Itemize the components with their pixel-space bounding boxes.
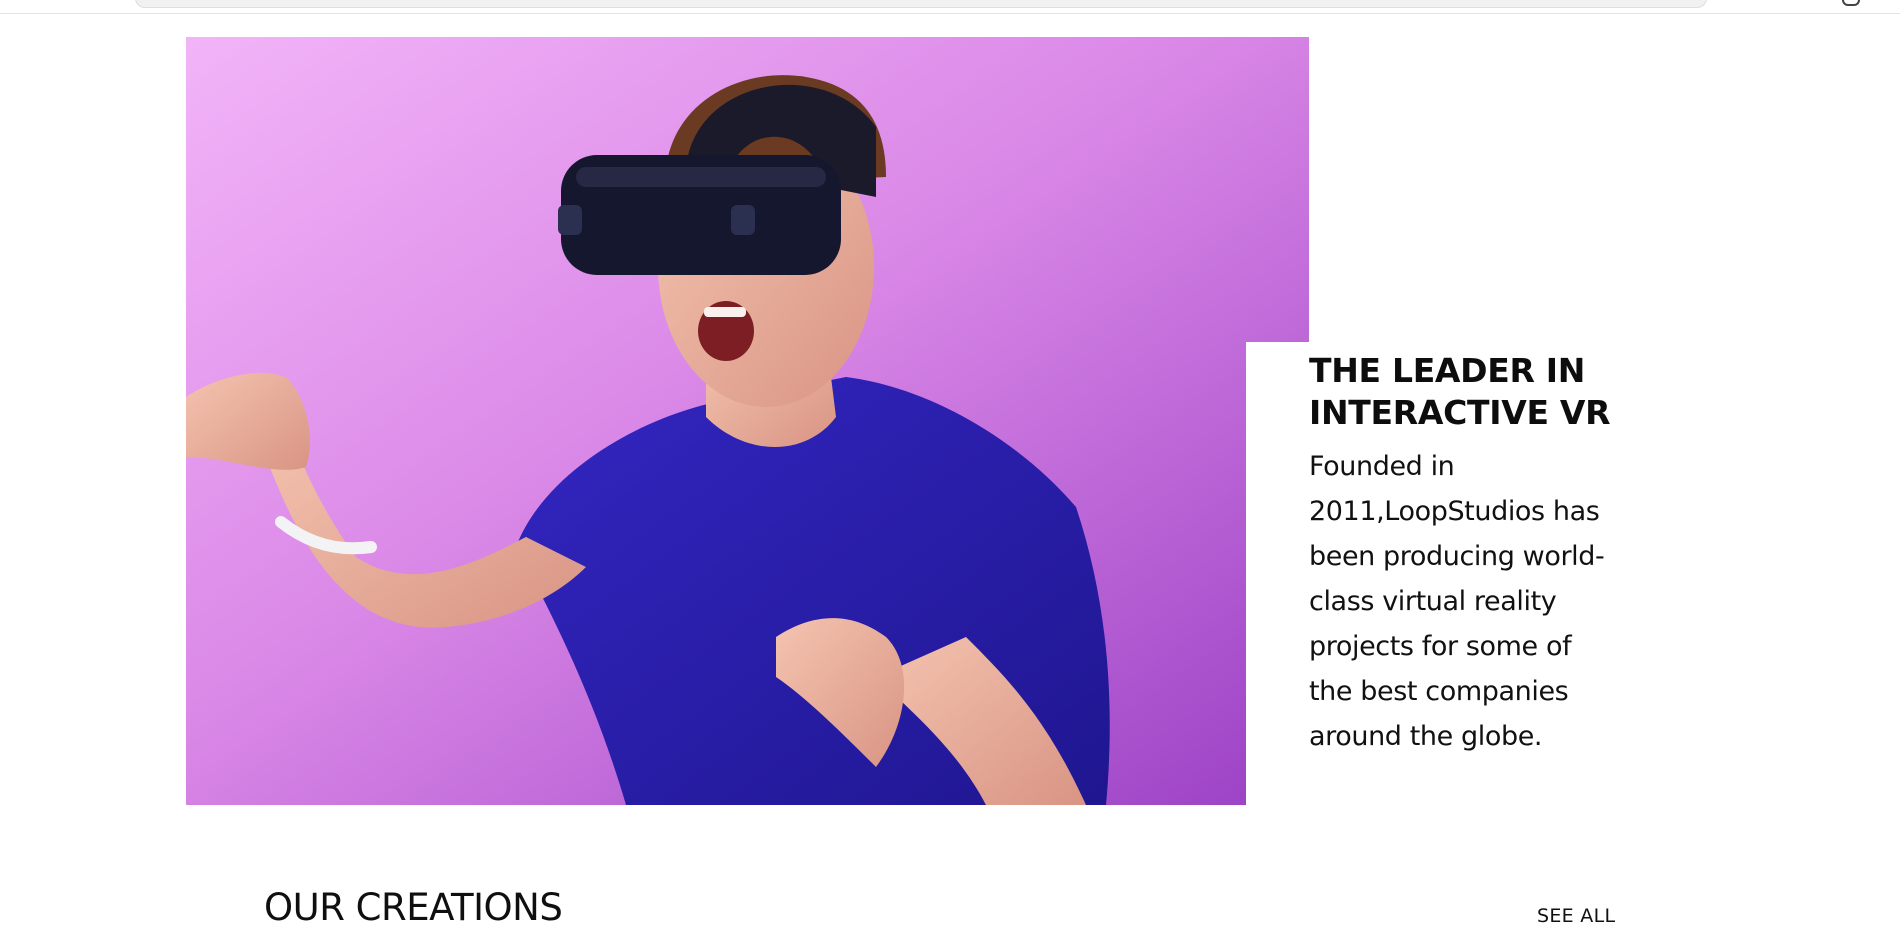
about-description: Founded in 2011,LoopStudios has been pro…	[1309, 451, 1605, 752]
creations-section-title: OUR CREATIONS	[264, 886, 563, 929]
hero-image-vr-man	[186, 37, 1309, 805]
account-icon[interactable]	[1842, 0, 1860, 6]
address-bar[interactable]	[135, 0, 1707, 8]
browser-top-bar	[0, 0, 1900, 14]
about-headline: THE LEADER IN INTERACTIVE VR	[1309, 351, 1611, 432]
see-all-button[interactable]: SEE ALL	[1537, 904, 1615, 928]
vr-man-illustration	[186, 37, 1309, 805]
